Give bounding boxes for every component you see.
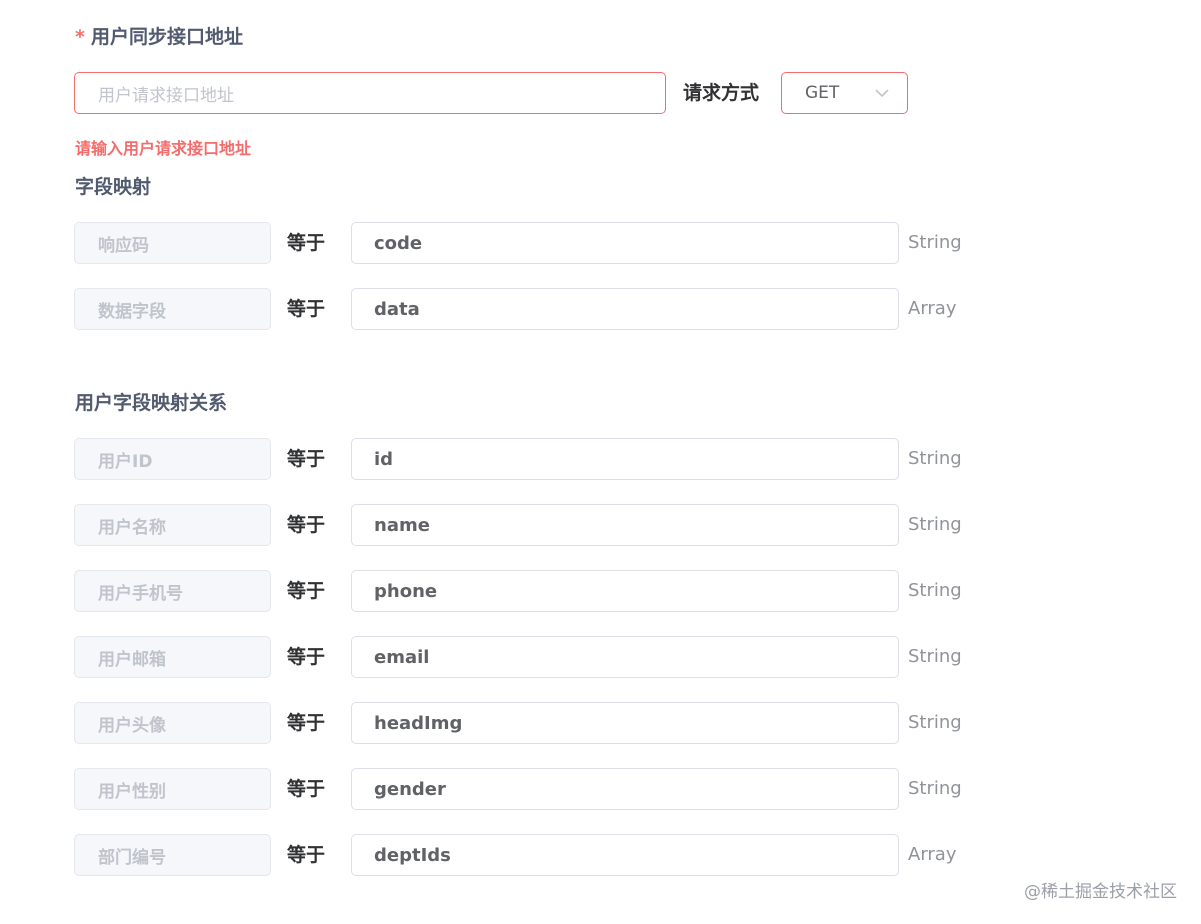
mapping-value-input[interactable]: headImg [351,702,899,744]
type-label: String [908,232,962,253]
mapping-value: email [374,646,430,668]
equals-label: 等于 [287,712,326,734]
sync-config-form: * 用户同步接口地址 用户请求接口地址 请求方式 GET 请输入用户请求接口地址 … [0,0,1201,924]
equals-label: 等于 [287,298,326,320]
mapping-key: 用户手机号 [74,570,271,612]
sync-url-title: * 用户同步接口地址 [75,24,243,50]
mapping-row: 用户手机号 等于 phone String [0,570,1000,612]
mapping-value: gender [374,778,446,800]
mapping-key: 数据字段 [74,288,271,330]
mapping-row: 部门编号 等于 deptIds Array [0,834,1000,876]
type-label: String [908,514,962,535]
equals-label: 等于 [287,580,326,602]
mapping-value-input[interactable]: id [351,438,899,480]
mapping-key: 用户名称 [74,504,271,546]
type-label: Array [908,298,957,319]
mapping-value: name [374,514,430,536]
mapping-value-input[interactable]: phone [351,570,899,612]
mapping-value: id [374,448,394,470]
equals-label: 等于 [287,646,326,668]
type-label: Array [908,844,957,865]
equals-label: 等于 [287,778,326,800]
mapping-key: 部门编号 [74,834,271,876]
mapping-value: code [374,232,423,254]
chevron-down-icon [875,89,889,98]
method-label: 请求方式 [683,82,760,104]
type-label: String [908,646,962,667]
method-value: GET [805,83,840,103]
sync-url-input[interactable]: 用户请求接口地址 [74,72,666,114]
type-label: String [908,580,962,601]
sync-url-placeholder: 用户请求接口地址 [98,85,234,106]
mapping-row: 用户名称 等于 name String [0,504,1000,546]
mapping-value: phone [374,580,438,602]
mapping-row: 数据字段 等于 data Array [0,288,1000,330]
mapping-row: 用户ID 等于 id String [0,438,1000,480]
type-label: String [908,778,962,799]
equals-label: 等于 [287,448,326,470]
mapping-value-input[interactable]: data [351,288,899,330]
mapping-key: 用户性别 [74,768,271,810]
equals-label: 等于 [287,514,326,536]
mapping-value: data [374,298,420,320]
mapping-key: 用户邮箱 [74,636,271,678]
mapping-value-input[interactable]: name [351,504,899,546]
mapping-value-input[interactable]: deptIds [351,834,899,876]
mapping-row: 用户头像 等于 headImg String [0,702,1000,744]
field-mapping-title: 字段映射 [75,176,152,198]
mapping-value-input[interactable]: code [351,222,899,264]
sync-url-error: 请输入用户请求接口地址 [75,139,252,158]
user-mapping-title: 用户字段映射关系 [75,392,228,414]
mapping-key: 用户ID [74,438,271,480]
type-label: String [908,712,962,733]
method-select[interactable]: GET [781,72,908,114]
mapping-key: 用户头像 [74,702,271,744]
mapping-key: 响应码 [74,222,271,264]
sync-url-title-text: 用户同步接口地址 [90,26,243,48]
mapping-value-input[interactable]: email [351,636,899,678]
mapping-value: headImg [374,712,463,734]
mapping-value: deptIds [374,844,451,866]
mapping-row: 用户性别 等于 gender String [0,768,1000,810]
mapping-value-input[interactable]: gender [351,768,899,810]
mapping-row: 用户邮箱 等于 email String [0,636,1000,678]
required-mark: * [75,26,85,48]
mapping-row: 响应码 等于 code String [0,222,1000,264]
watermark: @稀土掘金技术社区 [1024,882,1177,902]
equals-label: 等于 [287,232,326,254]
equals-label: 等于 [287,844,326,866]
type-label: String [908,448,962,469]
